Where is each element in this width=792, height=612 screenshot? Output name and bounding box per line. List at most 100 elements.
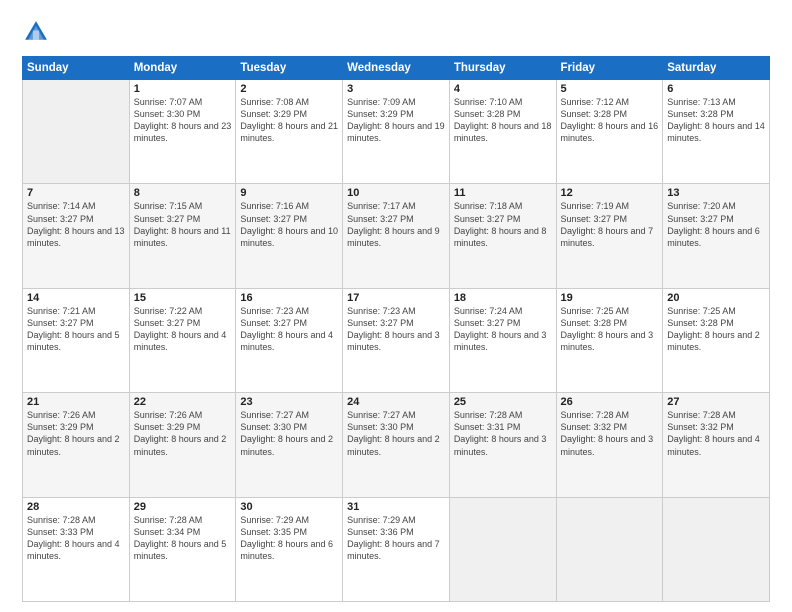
day-info: Sunrise: 7:24 AMSunset: 3:27 PMDaylight:… — [454, 305, 552, 354]
day-info: Sunrise: 7:25 AMSunset: 3:28 PMDaylight:… — [667, 305, 765, 354]
day-number: 5 — [561, 83, 659, 95]
logo — [22, 18, 54, 46]
calendar-cell: 5Sunrise: 7:12 AMSunset: 3:28 PMDaylight… — [556, 80, 663, 184]
calendar-cell: 23Sunrise: 7:27 AMSunset: 3:30 PMDayligh… — [236, 393, 343, 497]
header — [22, 18, 770, 46]
calendar-cell: 29Sunrise: 7:28 AMSunset: 3:34 PMDayligh… — [129, 497, 236, 601]
day-number: 11 — [454, 187, 552, 199]
calendar-cell: 11Sunrise: 7:18 AMSunset: 3:27 PMDayligh… — [449, 184, 556, 288]
day-number: 17 — [347, 292, 445, 304]
day-info: Sunrise: 7:23 AMSunset: 3:27 PMDaylight:… — [347, 305, 445, 354]
day-number: 19 — [561, 292, 659, 304]
calendar-table: SundayMondayTuesdayWednesdayThursdayFrid… — [22, 56, 770, 602]
weekday-header-saturday: Saturday — [663, 57, 770, 80]
calendar-cell: 21Sunrise: 7:26 AMSunset: 3:29 PMDayligh… — [23, 393, 130, 497]
day-number: 1 — [134, 83, 232, 95]
calendar-cell: 7Sunrise: 7:14 AMSunset: 3:27 PMDaylight… — [23, 184, 130, 288]
day-number: 25 — [454, 396, 552, 408]
day-info: Sunrise: 7:21 AMSunset: 3:27 PMDaylight:… — [27, 305, 125, 354]
day-info: Sunrise: 7:22 AMSunset: 3:27 PMDaylight:… — [134, 305, 232, 354]
day-number: 12 — [561, 187, 659, 199]
day-info: Sunrise: 7:07 AMSunset: 3:30 PMDaylight:… — [134, 96, 232, 145]
day-number: 24 — [347, 396, 445, 408]
day-info: Sunrise: 7:27 AMSunset: 3:30 PMDaylight:… — [347, 409, 445, 458]
day-info: Sunrise: 7:26 AMSunset: 3:29 PMDaylight:… — [27, 409, 125, 458]
calendar-cell: 15Sunrise: 7:22 AMSunset: 3:27 PMDayligh… — [129, 288, 236, 392]
day-info: Sunrise: 7:29 AMSunset: 3:35 PMDaylight:… — [240, 514, 338, 563]
day-number: 6 — [667, 83, 765, 95]
calendar-cell — [23, 80, 130, 184]
week-row-2: 14Sunrise: 7:21 AMSunset: 3:27 PMDayligh… — [23, 288, 770, 392]
calendar-cell: 30Sunrise: 7:29 AMSunset: 3:35 PMDayligh… — [236, 497, 343, 601]
calendar-cell: 20Sunrise: 7:25 AMSunset: 3:28 PMDayligh… — [663, 288, 770, 392]
day-number: 31 — [347, 501, 445, 513]
day-number: 2 — [240, 83, 338, 95]
calendar-cell: 14Sunrise: 7:21 AMSunset: 3:27 PMDayligh… — [23, 288, 130, 392]
day-number: 13 — [667, 187, 765, 199]
day-info: Sunrise: 7:09 AMSunset: 3:29 PMDaylight:… — [347, 96, 445, 145]
week-row-1: 7Sunrise: 7:14 AMSunset: 3:27 PMDaylight… — [23, 184, 770, 288]
calendar-cell: 27Sunrise: 7:28 AMSunset: 3:32 PMDayligh… — [663, 393, 770, 497]
day-info: Sunrise: 7:28 AMSunset: 3:34 PMDaylight:… — [134, 514, 232, 563]
calendar-cell — [663, 497, 770, 601]
day-info: Sunrise: 7:29 AMSunset: 3:36 PMDaylight:… — [347, 514, 445, 563]
day-info: Sunrise: 7:13 AMSunset: 3:28 PMDaylight:… — [667, 96, 765, 145]
calendar-cell: 13Sunrise: 7:20 AMSunset: 3:27 PMDayligh… — [663, 184, 770, 288]
calendar-cell: 16Sunrise: 7:23 AMSunset: 3:27 PMDayligh… — [236, 288, 343, 392]
page: SundayMondayTuesdayWednesdayThursdayFrid… — [0, 0, 792, 612]
weekday-header-row: SundayMondayTuesdayWednesdayThursdayFrid… — [23, 57, 770, 80]
calendar-cell: 24Sunrise: 7:27 AMSunset: 3:30 PMDayligh… — [343, 393, 450, 497]
calendar-cell: 19Sunrise: 7:25 AMSunset: 3:28 PMDayligh… — [556, 288, 663, 392]
calendar-cell — [449, 497, 556, 601]
day-number: 21 — [27, 396, 125, 408]
day-number: 3 — [347, 83, 445, 95]
calendar-cell — [556, 497, 663, 601]
day-info: Sunrise: 7:25 AMSunset: 3:28 PMDaylight:… — [561, 305, 659, 354]
calendar-cell: 28Sunrise: 7:28 AMSunset: 3:33 PMDayligh… — [23, 497, 130, 601]
day-info: Sunrise: 7:23 AMSunset: 3:27 PMDaylight:… — [240, 305, 338, 354]
calendar-cell: 26Sunrise: 7:28 AMSunset: 3:32 PMDayligh… — [556, 393, 663, 497]
day-number: 29 — [134, 501, 232, 513]
calendar-cell: 18Sunrise: 7:24 AMSunset: 3:27 PMDayligh… — [449, 288, 556, 392]
day-info: Sunrise: 7:10 AMSunset: 3:28 PMDaylight:… — [454, 96, 552, 145]
calendar-cell: 22Sunrise: 7:26 AMSunset: 3:29 PMDayligh… — [129, 393, 236, 497]
generalblue-icon — [22, 18, 50, 46]
calendar-cell: 2Sunrise: 7:08 AMSunset: 3:29 PMDaylight… — [236, 80, 343, 184]
weekday-header-wednesday: Wednesday — [343, 57, 450, 80]
day-number: 30 — [240, 501, 338, 513]
calendar-cell: 12Sunrise: 7:19 AMSunset: 3:27 PMDayligh… — [556, 184, 663, 288]
calendar-cell: 17Sunrise: 7:23 AMSunset: 3:27 PMDayligh… — [343, 288, 450, 392]
day-info: Sunrise: 7:18 AMSunset: 3:27 PMDaylight:… — [454, 200, 552, 249]
day-number: 28 — [27, 501, 125, 513]
day-number: 23 — [240, 396, 338, 408]
weekday-header-friday: Friday — [556, 57, 663, 80]
day-info: Sunrise: 7:15 AMSunset: 3:27 PMDaylight:… — [134, 200, 232, 249]
day-number: 9 — [240, 187, 338, 199]
day-number: 20 — [667, 292, 765, 304]
day-info: Sunrise: 7:14 AMSunset: 3:27 PMDaylight:… — [27, 200, 125, 249]
day-number: 26 — [561, 396, 659, 408]
calendar-cell: 1Sunrise: 7:07 AMSunset: 3:30 PMDaylight… — [129, 80, 236, 184]
calendar-cell: 4Sunrise: 7:10 AMSunset: 3:28 PMDaylight… — [449, 80, 556, 184]
day-number: 14 — [27, 292, 125, 304]
day-number: 8 — [134, 187, 232, 199]
calendar-cell: 8Sunrise: 7:15 AMSunset: 3:27 PMDaylight… — [129, 184, 236, 288]
day-info: Sunrise: 7:16 AMSunset: 3:27 PMDaylight:… — [240, 200, 338, 249]
day-info: Sunrise: 7:08 AMSunset: 3:29 PMDaylight:… — [240, 96, 338, 145]
day-info: Sunrise: 7:26 AMSunset: 3:29 PMDaylight:… — [134, 409, 232, 458]
week-row-3: 21Sunrise: 7:26 AMSunset: 3:29 PMDayligh… — [23, 393, 770, 497]
day-number: 16 — [240, 292, 338, 304]
calendar-cell: 9Sunrise: 7:16 AMSunset: 3:27 PMDaylight… — [236, 184, 343, 288]
day-number: 4 — [454, 83, 552, 95]
day-info: Sunrise: 7:28 AMSunset: 3:31 PMDaylight:… — [454, 409, 552, 458]
weekday-header-sunday: Sunday — [23, 57, 130, 80]
calendar-cell: 25Sunrise: 7:28 AMSunset: 3:31 PMDayligh… — [449, 393, 556, 497]
calendar-cell: 10Sunrise: 7:17 AMSunset: 3:27 PMDayligh… — [343, 184, 450, 288]
calendar-cell: 31Sunrise: 7:29 AMSunset: 3:36 PMDayligh… — [343, 497, 450, 601]
day-info: Sunrise: 7:17 AMSunset: 3:27 PMDaylight:… — [347, 200, 445, 249]
day-info: Sunrise: 7:28 AMSunset: 3:32 PMDaylight:… — [667, 409, 765, 458]
calendar-cell: 3Sunrise: 7:09 AMSunset: 3:29 PMDaylight… — [343, 80, 450, 184]
week-row-0: 1Sunrise: 7:07 AMSunset: 3:30 PMDaylight… — [23, 80, 770, 184]
day-number: 27 — [667, 396, 765, 408]
day-info: Sunrise: 7:19 AMSunset: 3:27 PMDaylight:… — [561, 200, 659, 249]
